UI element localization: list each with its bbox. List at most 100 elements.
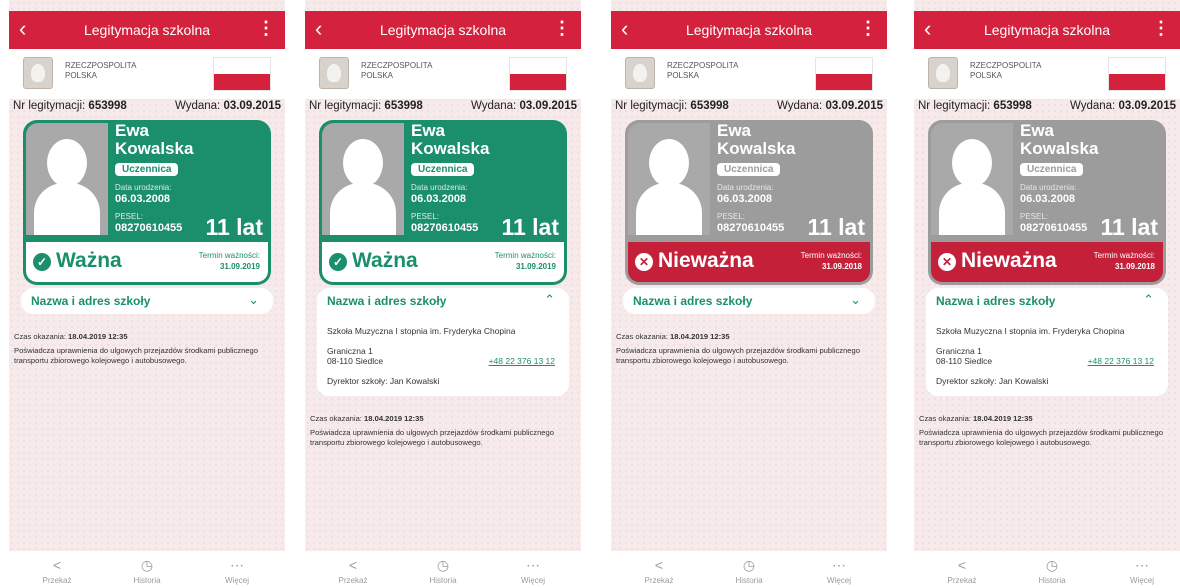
screens-container: ‹ Legitymacja szkolna ⋮ RZECZPOSPOLITA PO… bbox=[0, 0, 1180, 588]
issuer-header: RZECZPOSPOLITA POLSKA bbox=[9, 49, 285, 99]
bottom-tab-bar: < Przekaż ◷ Historia ⋯ Więcej bbox=[305, 551, 581, 588]
status-badge: ✓ Ważna Termin ważności: 31.09.2019 bbox=[26, 242, 268, 282]
dob-value: 06.03.2008 bbox=[411, 193, 467, 205]
share-icon: < bbox=[348, 557, 358, 573]
issuer-header: RZECZPOSPOLITA POLSKA bbox=[305, 49, 581, 99]
school-section[interactable]: Nazwa i adres szkoły ⌄ bbox=[21, 288, 273, 314]
age-value: 11 lat bbox=[205, 214, 263, 240]
pesel-value: 08270610455 bbox=[115, 222, 183, 234]
id-info-row: Nr legitymacji: 653998 Wydana: 03.09.201… bbox=[615, 100, 883, 112]
polish-flag-icon bbox=[1108, 57, 1166, 91]
bottom-tab-bar: < Przekaż ◷ Historia ⋯ Więcej bbox=[914, 551, 1180, 588]
chevron-up-icon[interactable]: ⌃ bbox=[544, 292, 555, 308]
school-section-header[interactable]: Nazwa i adres szkoły ⌃ bbox=[317, 288, 569, 314]
expiry-value: 31.09.2018 bbox=[1114, 262, 1155, 271]
person-name: Ewa Kowalska bbox=[1020, 121, 1099, 158]
issuer-header: RZECZPOSPOLITA POLSKA bbox=[611, 49, 887, 99]
person-name: Ewa Kowalska bbox=[115, 121, 194, 158]
status-badge: ✕ Nieważna Termin ważności: 31.09.2018 bbox=[931, 242, 1163, 282]
bottom-tab-bar: < Przekaż ◷ Historia ⋯ Więcej bbox=[9, 551, 285, 588]
tab-przekaz[interactable]: < Przekaż bbox=[323, 557, 383, 585]
tab-przekaz[interactable]: < Przekaż bbox=[629, 557, 689, 585]
dob-value: 06.03.2008 bbox=[115, 193, 171, 205]
avatar bbox=[322, 123, 404, 235]
expiry-label: Termin ważności: bbox=[198, 251, 260, 260]
school-phone-link[interactable]: +48 22 376 13 12 bbox=[489, 356, 555, 366]
tab-historia[interactable]: ◷ Historia bbox=[117, 557, 177, 585]
x-circle-icon: ✕ bbox=[938, 253, 956, 271]
history-icon: ◷ bbox=[140, 557, 154, 573]
tab-wiecej[interactable]: ⋯ Więcej bbox=[809, 557, 869, 585]
school-section-title: Nazwa i adres szkoły bbox=[633, 294, 753, 308]
id-card: Ewa Kowalska Uczennica Data urodzenia: 06… bbox=[23, 120, 271, 285]
more-vertical-icon[interactable]: ⋮ bbox=[553, 19, 571, 37]
pesel-value: 08270610455 bbox=[411, 222, 479, 234]
tab-przekaz[interactable]: < Przekaż bbox=[27, 557, 87, 585]
expiry-label: Termin ważności: bbox=[1093, 251, 1155, 260]
usage-info: Czas okazania: 18.04.2019 12:35 Poświadc… bbox=[919, 414, 1163, 447]
school-address: Graniczna 1 08-110 Siedlce bbox=[936, 346, 993, 366]
status-label: Ważna bbox=[352, 249, 418, 272]
usage-info: Czas okazania: 18.04.2019 12:35 Poświadc… bbox=[14, 332, 258, 365]
id-card: Ewa Kowalska Uczennica Data urodzenia: 06… bbox=[928, 120, 1166, 285]
dob-label: Data urodzenia: bbox=[1020, 183, 1077, 192]
tab-wiecej[interactable]: ⋯ Więcej bbox=[1112, 557, 1172, 585]
chevron-down-icon[interactable]: ⌄ bbox=[248, 292, 259, 308]
top-app-bar: ‹ Legitymacja szkolna ⋮ bbox=[305, 11, 581, 49]
school-phone-link[interactable]: +48 22 376 13 12 bbox=[1088, 356, 1154, 366]
pesel-value: 08270610455 bbox=[1020, 222, 1088, 234]
school-director: Dyrektor szkoły: Jan Kowalski bbox=[936, 376, 1049, 386]
usage-info: Czas okazania: 18.04.2019 12:35 Poświadc… bbox=[616, 332, 860, 365]
school-section[interactable]: Nazwa i adres szkoły ⌃ Szkoła Muzyczna I… bbox=[317, 288, 569, 396]
id-info-row: Nr legitymacji: 653998 Wydana: 03.09.201… bbox=[918, 100, 1176, 112]
tab-historia[interactable]: ◷ Historia bbox=[1022, 557, 1082, 585]
pesel-label: PESEL: bbox=[411, 212, 440, 221]
tab-wiecej[interactable]: ⋯ Więcej bbox=[503, 557, 563, 585]
school-section[interactable]: Nazwa i adres szkoły ⌄ bbox=[623, 288, 875, 314]
school-section-header[interactable]: Nazwa i adres szkoły ⌃ bbox=[926, 288, 1168, 314]
pesel-value: 08270610455 bbox=[717, 222, 785, 234]
tab-przekaz[interactable]: < Przekaż bbox=[932, 557, 992, 585]
chevron-down-icon[interactable]: ⌄ bbox=[850, 292, 861, 308]
role-badge: Uczennica bbox=[1020, 163, 1084, 176]
more-vertical-icon[interactable]: ⋮ bbox=[859, 19, 877, 37]
dob-label: Data urodzenia: bbox=[411, 183, 468, 192]
screen-invalid-expanded: ‹ Legitymacja szkolna ⋮ RZECZPOSPOLITA PO… bbox=[914, 0, 1180, 588]
expiry-value: 31.09.2019 bbox=[515, 262, 556, 271]
role-badge: Uczennica bbox=[717, 163, 781, 176]
role-badge: Uczennica bbox=[411, 163, 475, 176]
issuer-name: RZECZPOSPOLITA POLSKA bbox=[65, 61, 137, 80]
history-icon: ◷ bbox=[1045, 557, 1059, 573]
usage-info: Czas okazania: 18.04.2019 12:35 Poświadc… bbox=[310, 414, 554, 447]
tab-historia[interactable]: ◷ Historia bbox=[719, 557, 779, 585]
bottom-tab-bar: < Przekaż ◷ Historia ⋯ Więcej bbox=[611, 551, 887, 588]
school-name: Szkoła Muzyczna I stopnia im. Fryderyka … bbox=[936, 326, 1125, 336]
expiry-label: Termin ważności: bbox=[494, 251, 556, 260]
share-icon: < bbox=[52, 557, 62, 573]
school-section-header[interactable]: Nazwa i adres szkoły ⌄ bbox=[21, 288, 273, 314]
dob-value: 06.03.2008 bbox=[1020, 193, 1076, 205]
school-details: Szkoła Muzyczna I stopnia im. Fryderyka … bbox=[317, 314, 569, 396]
status-label: Nieważna bbox=[961, 249, 1057, 272]
school-section-header[interactable]: Nazwa i adres szkoły ⌄ bbox=[623, 288, 875, 314]
pesel-label: PESEL: bbox=[717, 212, 746, 221]
status-label: Nieważna bbox=[658, 249, 754, 272]
polish-flag-icon bbox=[213, 57, 271, 91]
expiry-value: 31.09.2018 bbox=[821, 262, 862, 271]
person-name: Ewa Kowalska bbox=[411, 121, 490, 158]
eagle-emblem-icon bbox=[319, 57, 349, 89]
top-app-bar: ‹ Legitymacja szkolna ⋮ bbox=[914, 11, 1180, 49]
x-circle-icon: ✕ bbox=[635, 253, 653, 271]
top-app-bar: ‹ Legitymacja szkolna ⋮ bbox=[9, 11, 285, 49]
more-vertical-icon[interactable]: ⋮ bbox=[257, 19, 275, 37]
more-vertical-icon[interactable]: ⋮ bbox=[1152, 19, 1170, 37]
age-value: 11 lat bbox=[807, 214, 865, 240]
pesel-label: PESEL: bbox=[115, 212, 144, 221]
id-info-row: Nr legitymacji: 653998 Wydana: 03.09.201… bbox=[13, 100, 281, 112]
tab-wiecej[interactable]: ⋯ Więcej bbox=[207, 557, 267, 585]
chevron-up-icon[interactable]: ⌃ bbox=[1143, 292, 1154, 308]
school-section-title: Nazwa i adres szkoły bbox=[936, 294, 1056, 308]
avatar bbox=[628, 123, 710, 235]
tab-historia[interactable]: ◷ Historia bbox=[413, 557, 473, 585]
school-section[interactable]: Nazwa i adres szkoły ⌃ Szkoła Muzyczna I… bbox=[926, 288, 1168, 396]
